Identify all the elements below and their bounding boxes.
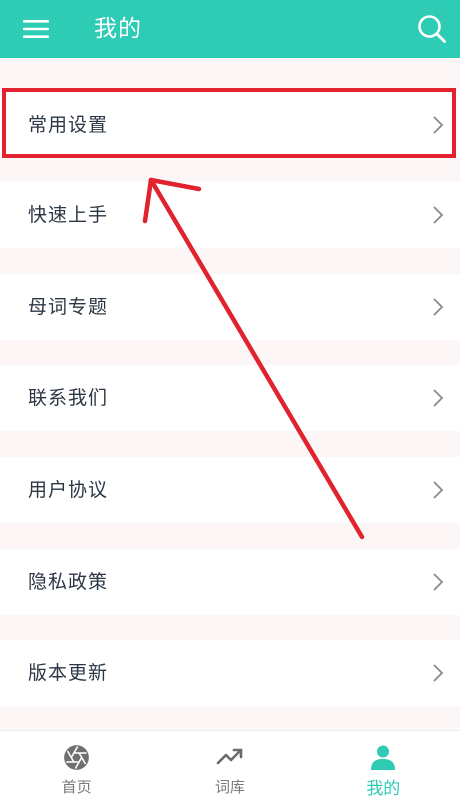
chevron-right-icon — [433, 389, 444, 407]
menu-item-label: 隐私政策 — [28, 571, 109, 593]
menu-item-quick-start[interactable]: 快速上手 — [0, 182, 460, 248]
menu-item-contact-us[interactable]: 联系我们 — [0, 365, 460, 431]
app-bar: 我的 — [0, 0, 460, 58]
menu-item-privacy-policy[interactable]: 隐私政策 — [0, 549, 460, 615]
chevron-right-icon — [433, 116, 444, 134]
menu-button[interactable] — [14, 12, 58, 46]
menu-item-common-settings[interactable]: 常用设置 — [0, 92, 460, 158]
aperture-icon — [64, 744, 90, 770]
menu-item-label: 母词专题 — [28, 296, 109, 318]
nav-tab-mine[interactable]: 我的 — [307, 731, 460, 801]
search-icon — [418, 15, 446, 43]
menu-item-root-word-topics[interactable]: 母词专题 — [0, 274, 460, 340]
nav-tab-label: 我的 — [366, 779, 401, 799]
menu-item-label: 用户协议 — [28, 479, 109, 501]
chevron-right-icon — [433, 664, 444, 682]
trending-up-icon — [216, 748, 243, 765]
nav-tab-word-library[interactable]: 词库 — [153, 731, 306, 801]
chevron-right-icon — [433, 206, 444, 224]
hamburger-menu-icon — [23, 20, 49, 38]
bottom-navigation: 首页 词库 我的 — [0, 730, 460, 801]
menu-item-label: 快速上手 — [28, 204, 109, 226]
search-button[interactable] — [412, 10, 452, 48]
menu-item-label: 版本更新 — [28, 662, 109, 684]
menu-item-label: 常用设置 — [28, 114, 109, 136]
page-title: 我的 — [94, 16, 142, 42]
menu-item-label: 联系我们 — [28, 387, 109, 409]
nav-tab-label: 首页 — [61, 778, 92, 796]
nav-tab-home[interactable]: 首页 — [0, 731, 153, 801]
nav-tab-label: 词库 — [214, 778, 245, 796]
chevron-right-icon — [433, 298, 444, 316]
menu-item-user-agreement[interactable]: 用户协议 — [0, 457, 460, 523]
chevron-right-icon — [433, 573, 444, 591]
chevron-right-icon — [433, 481, 444, 499]
menu-item-version-update[interactable]: 版本更新 — [0, 640, 460, 706]
person-icon — [371, 745, 396, 770]
